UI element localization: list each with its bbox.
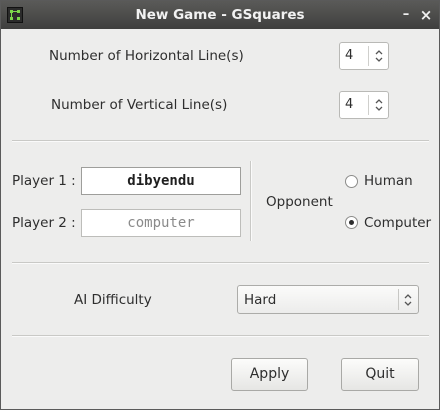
- vertical-lines-value[interactable]: 4: [345, 97, 353, 112]
- player1-input[interactable]: dibyendu: [81, 167, 241, 195]
- close-icon[interactable]: ×: [417, 6, 435, 24]
- radio-computer-label[interactable]: Computer: [364, 215, 431, 231]
- ai-difficulty-label: AI Difficulty: [74, 292, 152, 308]
- spin-arrows-icon[interactable]: [373, 47, 385, 65]
- horizontal-lines-spinner[interactable]: 4: [339, 42, 389, 70]
- radio-human[interactable]: [345, 175, 358, 188]
- separator: [12, 335, 429, 337]
- player2-label: Player 2 :: [12, 215, 76, 231]
- title-bar[interactable]: New Game - GSquares – ×: [1, 1, 439, 29]
- combo-divider: [398, 289, 399, 310]
- vertical-lines-spinner[interactable]: 4: [339, 91, 389, 119]
- quit-button[interactable]: Quit: [341, 358, 419, 391]
- window-title: New Game - GSquares: [135, 7, 305, 23]
- opponent-label: Opponent: [266, 194, 333, 210]
- spinner-divider: [368, 95, 369, 115]
- radio-computer[interactable]: [345, 216, 358, 229]
- radio-human-label[interactable]: Human: [364, 173, 413, 189]
- spin-arrows-icon[interactable]: [373, 96, 385, 114]
- ai-difficulty-value[interactable]: Hard: [244, 292, 276, 308]
- minimize-icon[interactable]: –: [397, 6, 415, 24]
- new-game-dialog: New Game - GSquares – × Number of Horizo…: [0, 0, 440, 410]
- horizontal-lines-label: Number of Horizontal Line(s): [49, 48, 244, 64]
- vertical-lines-label: Number of Vertical Line(s): [51, 97, 228, 113]
- radio-selected-dot: [349, 220, 354, 225]
- separator: [12, 140, 429, 142]
- player1-label: Player 1 :: [12, 173, 76, 189]
- spinner-divider: [368, 46, 369, 66]
- separator: [12, 262, 429, 264]
- apply-button[interactable]: Apply: [231, 358, 308, 391]
- combo-arrows-icon[interactable]: [402, 291, 414, 309]
- horizontal-lines-value[interactable]: 4: [345, 48, 353, 63]
- vertical-separator: [250, 161, 252, 241]
- ai-difficulty-select[interactable]: Hard: [237, 285, 419, 314]
- player2-input[interactable]: computer: [81, 209, 241, 237]
